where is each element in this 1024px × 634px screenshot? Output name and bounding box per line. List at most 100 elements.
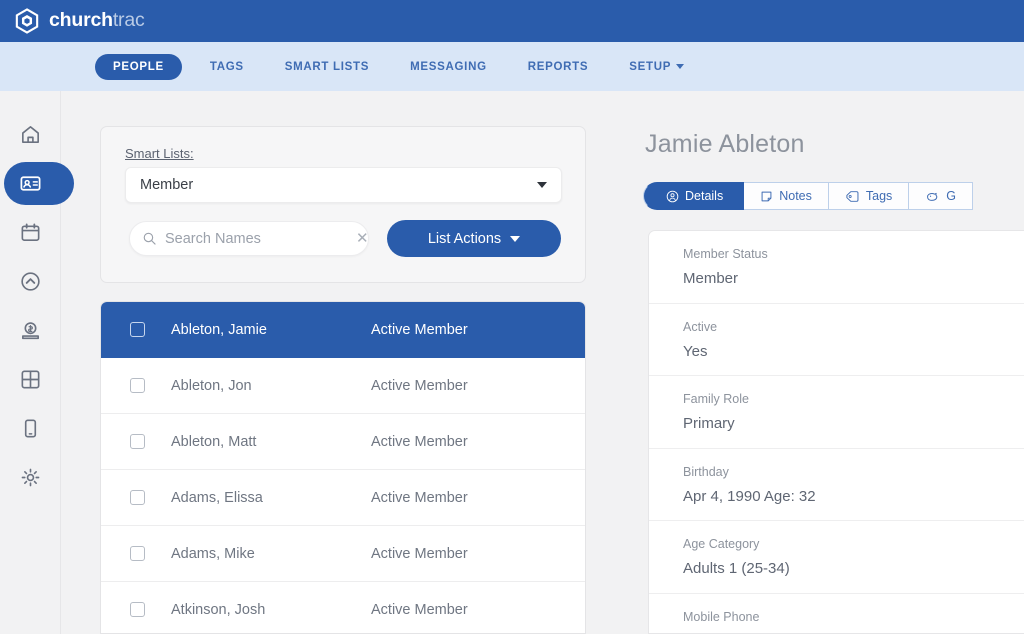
person-status: Active Member <box>371 377 468 394</box>
tab-notes[interactable]: Notes <box>744 182 829 210</box>
person-name: Ableton, Jamie <box>171 321 267 338</box>
person-details-card: Member Status Member Active Yes Family R… <box>648 230 1024 634</box>
sidebar-item-settings[interactable] <box>0 453 61 502</box>
tab-details[interactable]: Details <box>643 182 745 210</box>
person-name: Ableton, Matt <box>171 433 257 450</box>
close-icon[interactable]: ✕ <box>356 231 369 246</box>
tag-icon <box>846 190 859 202</box>
detail-label: Family Role <box>683 392 749 406</box>
sidebar-item-home[interactable] <box>0 110 61 159</box>
smart-list-select[interactable]: Member <box>125 167 562 203</box>
sidebar-item-people[interactable] <box>0 159 74 208</box>
brand-wordmark: churchtrac <box>49 11 145 31</box>
search-icon <box>143 232 156 245</box>
nav-item-label: MESSAGING <box>410 60 487 73</box>
row-checkbox[interactable] <box>130 490 145 505</box>
brand-name-light: trac <box>112 9 145 32</box>
person-tabs: Details Notes Tags G <box>643 182 974 210</box>
detail-label: Mobile Phone <box>683 609 760 624</box>
nav-item-tags[interactable]: TAGS <box>197 54 257 80</box>
smart-lists-label: Smart Lists: <box>125 146 194 161</box>
nav-item-messaging[interactable]: MESSAGING <box>397 54 500 80</box>
table-row[interactable]: Ableton, Matt Active Member <box>101 414 585 470</box>
table-row[interactable]: Adams, Elissa Active Member <box>101 470 585 526</box>
person-status: Active Member <box>371 489 468 506</box>
person-status: Active Member <box>371 321 468 338</box>
person-status: Active Member <box>371 601 468 618</box>
person-name: Adams, Elissa <box>171 489 263 506</box>
grid-icon <box>21 370 40 389</box>
nav-item-people[interactable]: PEOPLE <box>95 53 182 80</box>
chevron-down-icon <box>537 182 547 188</box>
sidebar-item-giving[interactable] <box>0 306 61 355</box>
nav-item-smart-lists[interactable]: SMART LISTS <box>272 54 382 80</box>
app-header: churchtrac <box>0 0 1024 42</box>
detail-value: Yes <box>683 342 708 360</box>
row-checkbox[interactable] <box>130 602 145 617</box>
detail-label: Member Status <box>683 247 768 261</box>
list-actions-label: List Actions <box>427 230 502 247</box>
person-status: Active Member <box>371 545 468 562</box>
sidebar-item-apps[interactable] <box>0 355 61 404</box>
nav-item-setup[interactable]: SETUP <box>616 54 697 80</box>
page-title: Jamie Ableton <box>645 130 805 158</box>
mobile-device-icon <box>24 419 37 438</box>
nav-item-label: PEOPLE <box>113 60 164 73</box>
table-row[interactable]: Ableton, Jon Active Member <box>101 358 585 414</box>
chevron-down-icon <box>676 64 685 69</box>
row-checkbox[interactable] <box>130 378 145 393</box>
tab-label: Notes <box>779 189 812 203</box>
list-filter-panel: Smart Lists: Member ✕ List Actions <box>100 126 586 283</box>
note-icon <box>761 191 772 201</box>
person-name: Atkinson, Josh <box>171 601 266 618</box>
brand-name-bold: church <box>49 9 113 32</box>
table-row[interactable]: Adams, Mike Active Member <box>101 526 585 582</box>
row-checkbox[interactable] <box>130 434 145 449</box>
detail-row: Age Category Adults 1 (25-34) <box>649 521 1024 594</box>
detail-value: Adults 1 (25-34) <box>683 560 790 577</box>
list-actions-button[interactable]: List Actions <box>387 220 561 257</box>
person-name: Ableton, Jon <box>171 377 252 394</box>
detail-label: Birthday <box>683 464 729 479</box>
tab-giving[interactable]: G <box>909 182 974 210</box>
main-nav: PEOPLE TAGS SMART LISTS MESSAGING REPORT… <box>0 42 1024 91</box>
nav-item-reports[interactable]: REPORTS <box>515 54 602 80</box>
detail-row: Member Status Member <box>649 231 1024 304</box>
nav-item-label: REPORTS <box>527 60 589 73</box>
nav-item-label: TAGS <box>209 60 244 73</box>
home-icon <box>22 126 39 143</box>
nav-item-label: SETUP <box>629 60 672 73</box>
tab-tags[interactable]: Tags <box>828 182 910 210</box>
gear-icon <box>21 468 40 487</box>
sidebar-item-calendar[interactable] <box>0 208 61 257</box>
sidebar-item-check-in[interactable] <box>0 257 61 306</box>
id-card-icon <box>20 176 41 191</box>
chevron-down-icon <box>510 235 521 242</box>
tab-label: Tags <box>865 189 893 203</box>
row-checkbox[interactable] <box>130 322 145 337</box>
sidebar-item-mobile[interactable] <box>0 404 61 453</box>
detail-row: Birthday Apr 4, 1990 Age: 32 <box>649 449 1024 521</box>
detail-value: Apr 4, 1990 Age: 32 <box>683 487 816 505</box>
tab-label: Details <box>685 189 724 203</box>
detail-label: Age Category <box>683 537 760 551</box>
people-list: Ableton, Jamie Active Member Ableton, Jo… <box>100 301 586 634</box>
detail-value: Primary <box>683 415 735 432</box>
detail-row: Mobile Phone <box>649 594 1024 634</box>
sidebar-rail <box>0 91 74 634</box>
user-circle-icon <box>666 190 679 202</box>
chevron-up-circle-icon <box>21 272 40 291</box>
person-status: Active Member <box>371 433 468 450</box>
search-input[interactable] <box>165 230 352 247</box>
table-row[interactable]: Atkinson, Josh Active Member <box>101 582 585 633</box>
search-names-field[interactable]: ✕ <box>129 221 369 256</box>
detail-value: Member <box>683 270 739 287</box>
detail-row: Active Yes <box>649 304 1024 376</box>
donation-money-icon <box>22 322 39 340</box>
table-row[interactable]: Ableton, Jamie Active Member <box>101 302 585 358</box>
detail-label: Active <box>683 319 718 334</box>
smart-list-selected-value: Member <box>140 177 194 193</box>
giving-piggy-bank-icon <box>927 192 938 201</box>
calendar-icon <box>21 223 40 241</box>
row-checkbox[interactable] <box>130 546 145 561</box>
